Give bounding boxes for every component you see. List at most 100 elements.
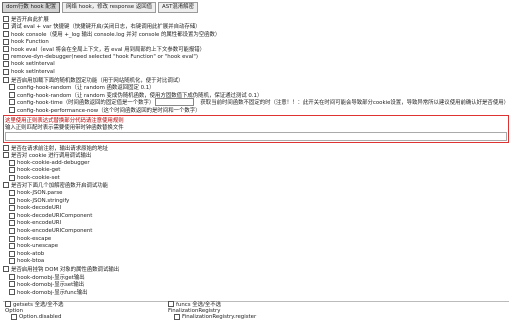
- option-label: hook-btoa: [17, 258, 45, 265]
- option-checkbox[interactable]: [3, 152, 9, 159]
- option-checkbox[interactable]: [3, 15, 9, 22]
- option-group-1: 是否开启此扩展 调试 eval + var 快捷键（快捷键开启/关闭日志，右键调用…: [3, 15, 509, 114]
- option-checkbox[interactable]: [9, 273, 15, 280]
- tab-dom-hook-config[interactable]: dom行数 hook 配置: [2, 2, 61, 13]
- option-checkbox[interactable]: [3, 182, 9, 189]
- option-checkbox[interactable]: [9, 205, 15, 212]
- option-row[interactable]: FinalizationRegistry.register: [168, 313, 257, 320]
- option-label: hook setInterval: [11, 61, 55, 68]
- option-label: 是否对 cookie 进行调用调试输出: [11, 153, 92, 160]
- option-label: hook-escape: [17, 235, 52, 242]
- option-checkbox[interactable]: [3, 38, 9, 45]
- option-row[interactable]: hook-cookie-get: [3, 167, 509, 175]
- option-checkbox[interactable]: [174, 313, 180, 320]
- option-row[interactable]: hook console（使用 +_log 输出 console.log 并对 …: [3, 30, 509, 38]
- option-row[interactable]: hook-unescape: [3, 242, 509, 250]
- option-checkbox[interactable]: [9, 197, 15, 204]
- option-checkbox[interactable]: [3, 266, 9, 273]
- option-label: remove-dyn-debugger(need selected "hook …: [11, 53, 198, 60]
- option-label: hook-cookie-add-debugger: [17, 159, 90, 166]
- option-row[interactable]: hook setInterval: [3, 61, 509, 69]
- option-checkbox[interactable]: [9, 258, 15, 265]
- option-checkbox[interactable]: [5, 301, 11, 308]
- option-label: hook-atob: [17, 250, 45, 257]
- option-label: hook console（使用 +_log 输出 console.log 并对 …: [11, 31, 221, 38]
- option-checkbox[interactable]: [9, 159, 15, 166]
- option-row[interactable]: Option.disabled: [5, 313, 63, 320]
- option-label: hook-encodeURI: [17, 220, 62, 227]
- option-checkbox[interactable]: [9, 281, 15, 288]
- option-label: Option: [5, 307, 23, 314]
- option-label: hook setInterval: [11, 68, 55, 75]
- option-checkbox[interactable]: [9, 235, 15, 242]
- option-label: hook Function: [11, 38, 49, 45]
- option-label: FinalizationRegistry.register: [182, 313, 257, 320]
- option-row[interactable]: hook-decodeURI: [3, 204, 509, 212]
- option-checkbox[interactable]: [9, 288, 15, 295]
- option-checkbox[interactable]: [9, 106, 15, 113]
- option-label: hook-unescape: [17, 243, 59, 250]
- option-label: Option.disabled: [19, 313, 62, 320]
- option-label: hook-domobj-显示func输出: [17, 289, 88, 296]
- time-note: 获取当前时间函数不固定的时（注意！！：此开关在时间可能会导致部分cookie设置…: [200, 100, 509, 107]
- regex-input[interactable]: [5, 131, 507, 141]
- option-checkbox[interactable]: [9, 91, 15, 98]
- regex-hint: 输入正则匹配时表示需要使用带时钟函数替换文件: [5, 125, 124, 132]
- option-checkbox[interactable]: [3, 144, 9, 151]
- option-row[interactable]: hook-encodeURI: [3, 220, 509, 228]
- option-label: hook-cookie-get: [17, 167, 61, 174]
- option-row[interactable]: hook eval（eval 将会在全局上下文，若 eval 用到局部的上下文参…: [3, 45, 509, 53]
- option-row[interactable]: getsets 全选/全不选: [5, 301, 63, 308]
- options-panel: 是否开启此扩展 调试 eval + var 快捷键（快捷键开启/关闭日志，右键调用…: [3, 15, 509, 296]
- option-checkbox[interactable]: [9, 99, 15, 106]
- option-row[interactable]: hook-atob: [3, 250, 509, 258]
- option-checkbox[interactable]: [9, 84, 15, 91]
- option-group-2: 是否在请求前注射，输出请求原始的地址 是否对 cookie 进行调用调试输出 hoo…: [3, 144, 509, 296]
- option-checkbox[interactable]: [9, 174, 15, 181]
- option-row[interactable]: remove-dyn-debugger(need selected "hook …: [3, 53, 509, 61]
- regex-replace-box: 这里使用正则表达式替换部分代码请注意使用规则 输入正则匹配时表示需要使用带时钟函…: [3, 114, 509, 143]
- option-row[interactable]: hook-domobj-显示func输出: [3, 288, 509, 296]
- option-checkbox[interactable]: [168, 301, 174, 308]
- option-label: hook-decodeURI: [17, 205, 62, 212]
- option-checkbox[interactable]: [3, 61, 9, 68]
- option-checkbox[interactable]: [3, 46, 9, 53]
- tab-network-hook[interactable]: 网络 hook，修改 response 返回值: [62, 2, 156, 13]
- option-row[interactable]: config-hook-performance-now（这个时间函数返回的是时间…: [3, 106, 509, 114]
- option-checkbox[interactable]: [9, 220, 15, 227]
- option-row[interactable]: hook-escape: [3, 235, 509, 243]
- option-checkbox[interactable]: [11, 313, 17, 320]
- option-row[interactable]: hook-JSON.stringify: [3, 197, 509, 205]
- option-label: 是否对下面几个加解密函数开启调试功能: [11, 183, 109, 190]
- option-checkbox[interactable]: [9, 167, 15, 174]
- option-label: config-hook-performance-now（这个时间函数返回的是时间…: [17, 107, 201, 114]
- option-checkbox[interactable]: [9, 243, 15, 250]
- tab-ast-deobfuscate[interactable]: AST混淆解密: [158, 2, 198, 13]
- getsets-column: getsets 全选/全不选 Option Option.disabled: [5, 301, 63, 320]
- option-checkbox[interactable]: [9, 190, 15, 197]
- option-label: hook-decodeURIComponent: [17, 212, 93, 219]
- bottom-panel: getsets 全选/全不选 Option Option.disabled func…: [3, 298, 509, 320]
- option-checkbox[interactable]: [9, 250, 15, 257]
- option-row[interactable]: hook-encodeURIComponent: [3, 227, 509, 235]
- option-label: hook eval（eval 将会在全局上下文，若 eval 用到局部的上下文参…: [11, 47, 206, 54]
- option-row[interactable]: 是否对 cookie 进行调用调试输出: [3, 151, 509, 159]
- option-row[interactable]: hook-cookie-add-debugger: [3, 159, 509, 167]
- option-checkbox[interactable]: [9, 212, 15, 219]
- tab-bar: dom行数 hook 配置 网络 hook，修改 response 返回值 AS…: [2, 2, 198, 13]
- option-label: hook-cookie-set: [17, 174, 60, 181]
- option-checkbox[interactable]: [3, 53, 9, 60]
- option-checkbox[interactable]: [3, 68, 9, 75]
- funcs-column: funcs 全选/全不选 FinalizationRegistry Finaliza…: [168, 301, 256, 320]
- option-label: hook-JSON.parse: [17, 190, 63, 197]
- option-row[interactable]: hook-decodeURIComponent: [3, 212, 509, 220]
- option-label: hook-JSON.stringify: [17, 197, 70, 204]
- option-checkbox[interactable]: [3, 30, 9, 37]
- option-row[interactable]: hook-JSON.parse: [3, 189, 509, 197]
- option-label: FinalizationRegistry: [168, 307, 221, 314]
- option-label: hook-encodeURIComponent: [17, 228, 93, 235]
- option-checkbox[interactable]: [3, 23, 9, 30]
- option-row[interactable]: 是否对下面几个加解密函数开启调试功能: [3, 182, 509, 190]
- option-checkbox[interactable]: [9, 228, 15, 235]
- option-checkbox[interactable]: [3, 76, 9, 83]
